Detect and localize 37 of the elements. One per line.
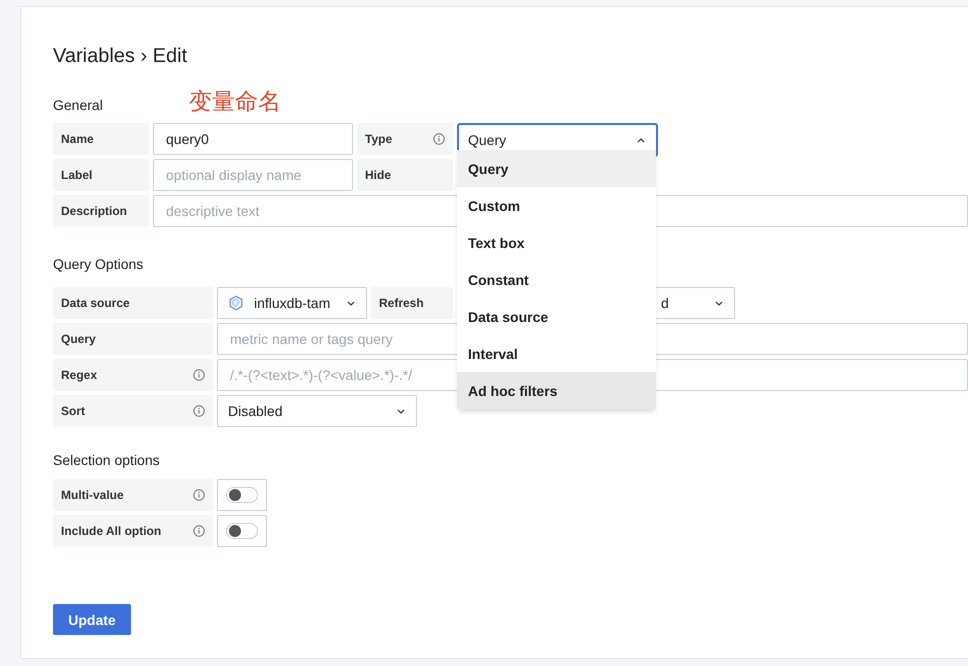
field-label: Data source: [61, 296, 130, 310]
menu-item[interactable]: Query: [457, 150, 656, 187]
field-label: Query: [61, 332, 96, 346]
section-heading: General: [53, 96, 103, 114]
input-field[interactable]: optional display name: [153, 159, 353, 191]
menu-item[interactable]: Interval: [457, 335, 656, 372]
field-label: Refresh: [379, 296, 424, 310]
info-icon: [193, 525, 205, 537]
menu-item[interactable]: Data source: [457, 298, 656, 335]
field-label: Include All option: [61, 524, 162, 538]
section-heading: Selection options: [53, 451, 160, 469]
info-icon: [193, 489, 205, 501]
page-title: Variables › Edit: [53, 44, 188, 69]
field-label: Description: [61, 204, 128, 218]
field-label: Name: [61, 132, 94, 146]
field-label: Hide: [365, 168, 392, 182]
annotation-text: 变量命名: [189, 88, 281, 117]
menu-item[interactable]: Constant: [457, 261, 656, 298]
update-button[interactable]: Update: [53, 604, 131, 635]
info-icon: [193, 405, 205, 417]
field-label: Type: [365, 132, 392, 146]
field-label: Sort: [61, 404, 85, 418]
input-field[interactable]: query0: [153, 123, 353, 155]
section-heading: Query Options: [53, 255, 144, 273]
field-label: Multi-value: [61, 488, 124, 502]
info-icon: [193, 369, 205, 381]
field-label: Regex: [61, 368, 98, 382]
toggle-switch[interactable]: [226, 523, 258, 539]
menu-item[interactable]: Ad hoc filters: [457, 372, 656, 409]
menu-item[interactable]: Custom: [457, 187, 656, 224]
field-label: Label: [61, 168, 92, 182]
info-icon: [433, 133, 445, 145]
datasource-select[interactable]: influxdb-tam: [217, 287, 367, 319]
toggle-switch[interactable]: [226, 487, 258, 503]
sort-select[interactable]: Disabled: [217, 395, 417, 427]
datasource-icon: [228, 295, 244, 311]
menu-item[interactable]: Text box: [457, 224, 656, 261]
